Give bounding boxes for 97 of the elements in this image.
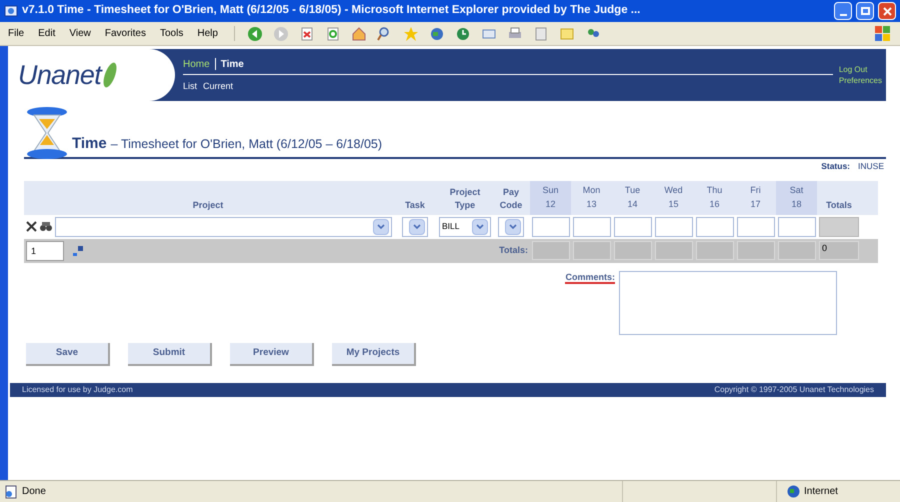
subnav-link[interactable]: List — [183, 80, 198, 94]
day-name: Tue — [624, 184, 640, 198]
header-link[interactable]: Log Out — [838, 64, 882, 75]
note-icon[interactable] — [558, 26, 575, 42]
hours-input[interactable] — [736, 216, 774, 237]
column-header: Project — [192, 199, 224, 212]
day-name: Fri — [750, 184, 761, 198]
hours-input[interactable] — [778, 216, 816, 237]
back-icon[interactable] — [246, 26, 263, 42]
day-date: 15 — [668, 198, 678, 211]
dropdown-button[interactable] — [472, 218, 488, 235]
refresh-icon[interactable] — [324, 26, 341, 42]
column-header: Project Type — [448, 186, 482, 212]
day-total-cell — [572, 241, 610, 260]
document-icon[interactable] — [532, 26, 549, 42]
status-label: Status: — [821, 160, 850, 173]
day-date: 17 — [750, 198, 760, 211]
day-total-cell — [532, 241, 570, 260]
project-type-dropdown[interactable]: BILL — [439, 216, 491, 237]
clock-icon[interactable] — [454, 26, 471, 42]
add-rows-icon[interactable] — [72, 244, 84, 257]
total-cell — [819, 216, 859, 237]
day-date: 18 — [791, 198, 802, 211]
stop-icon[interactable] — [298, 26, 315, 42]
hours-input[interactable] — [654, 216, 692, 237]
pay-code-dropdown[interactable] — [498, 216, 524, 237]
comments-field[interactable] — [619, 270, 837, 335]
row-count-input[interactable]: 1 — [26, 240, 64, 261]
delete-icon[interactable] — [26, 221, 37, 232]
column-header: Pay Code — [498, 186, 524, 212]
windows-flag-icon — [874, 24, 892, 42]
day-name: Sun — [542, 184, 558, 198]
action-button[interactable]: Save — [26, 342, 110, 366]
home-icon[interactable] — [350, 26, 367, 42]
column-header: Totals — [825, 199, 853, 212]
dropdown-button[interactable] — [409, 218, 425, 235]
action-button[interactable]: Submit — [128, 342, 212, 366]
day-name: Sat — [790, 184, 804, 198]
maximize-button[interactable] — [856, 2, 874, 20]
logo: Unanet — [18, 58, 102, 92]
day-date: 12 — [545, 198, 556, 211]
hours-input[interactable] — [572, 216, 610, 237]
globe-icon[interactable] — [428, 26, 445, 42]
hours-input[interactable] — [614, 216, 652, 237]
chevron-down-icon — [413, 224, 421, 230]
day-date: 16 — [709, 198, 720, 211]
chevron-down-icon — [377, 224, 385, 230]
page-title: Time — [72, 134, 107, 154]
hourglass-icon — [26, 107, 68, 159]
star-icon[interactable] — [402, 26, 419, 42]
column-header: Task — [404, 199, 426, 212]
action-button[interactable]: My Projects — [332, 342, 416, 366]
nav-link[interactable]: Time — [220, 56, 244, 72]
day-name: Wed — [664, 184, 683, 198]
day-total-cell — [614, 241, 652, 260]
license-text: Licensed for use by Judge.com — [22, 384, 133, 396]
chevron-down-icon — [476, 224, 484, 230]
dropdown-button[interactable] — [505, 218, 521, 235]
globe-icon — [787, 485, 800, 498]
day-name: Mon — [582, 184, 600, 198]
menu-item[interactable]: View — [69, 26, 91, 41]
copyright-text: Copyright © 1997-2005 Unanet Technologies — [714, 384, 874, 396]
action-button[interactable]: Preview — [230, 342, 314, 366]
day-total-cell — [654, 241, 692, 260]
status-value: INUSE — [858, 160, 884, 173]
day-total-cell — [696, 241, 734, 260]
header-link[interactable]: Preferences — [838, 75, 882, 86]
menu-item[interactable]: Favorites — [104, 26, 146, 41]
grand-total-cell: 0 — [819, 241, 859, 260]
day-name: Thu — [706, 184, 722, 198]
totals-label: Totals: — [499, 244, 529, 257]
hours-input[interactable] — [532, 216, 570, 237]
close-icon — [882, 6, 892, 16]
menu-item[interactable]: Tools — [160, 26, 184, 41]
chevron-down-icon — [509, 224, 517, 230]
dropdown-button[interactable] — [373, 218, 389, 235]
minimize-button[interactable] — [834, 2, 852, 20]
task-dropdown[interactable] — [402, 216, 428, 237]
status-text: Done — [22, 485, 47, 499]
nav-link[interactable]: Home — [183, 56, 210, 72]
page-icon — [4, 484, 18, 498]
zone-text: Internet — [804, 485, 838, 499]
hours-input[interactable] — [696, 216, 734, 237]
day-total-cell — [736, 241, 774, 260]
menu-item[interactable]: Help — [197, 26, 218, 41]
menu-item[interactable]: File — [8, 26, 24, 41]
browser-icon — [4, 4, 18, 18]
comments-label: Comments: — [565, 270, 615, 284]
close-button[interactable] — [878, 2, 896, 20]
day-date: 14 — [627, 198, 638, 211]
day-date: 13 — [586, 198, 596, 211]
page-subtitle: – Timesheet for O'Brien, Matt (6/12/05 – 6/18/05) — [110, 136, 382, 153]
day-total-cell — [778, 241, 816, 260]
subnav-link[interactable]: Current — [203, 80, 234, 94]
binoculars-icon[interactable] — [39, 221, 53, 232]
menu-item[interactable]: Edit — [38, 26, 56, 41]
window-title: v7.1.0 Time - Timesheet for O'Brien, Matt (6/12/05 - 6/18/05) - Microsoft Internet Explorer provided by The Judge ... — [22, 3, 642, 18]
